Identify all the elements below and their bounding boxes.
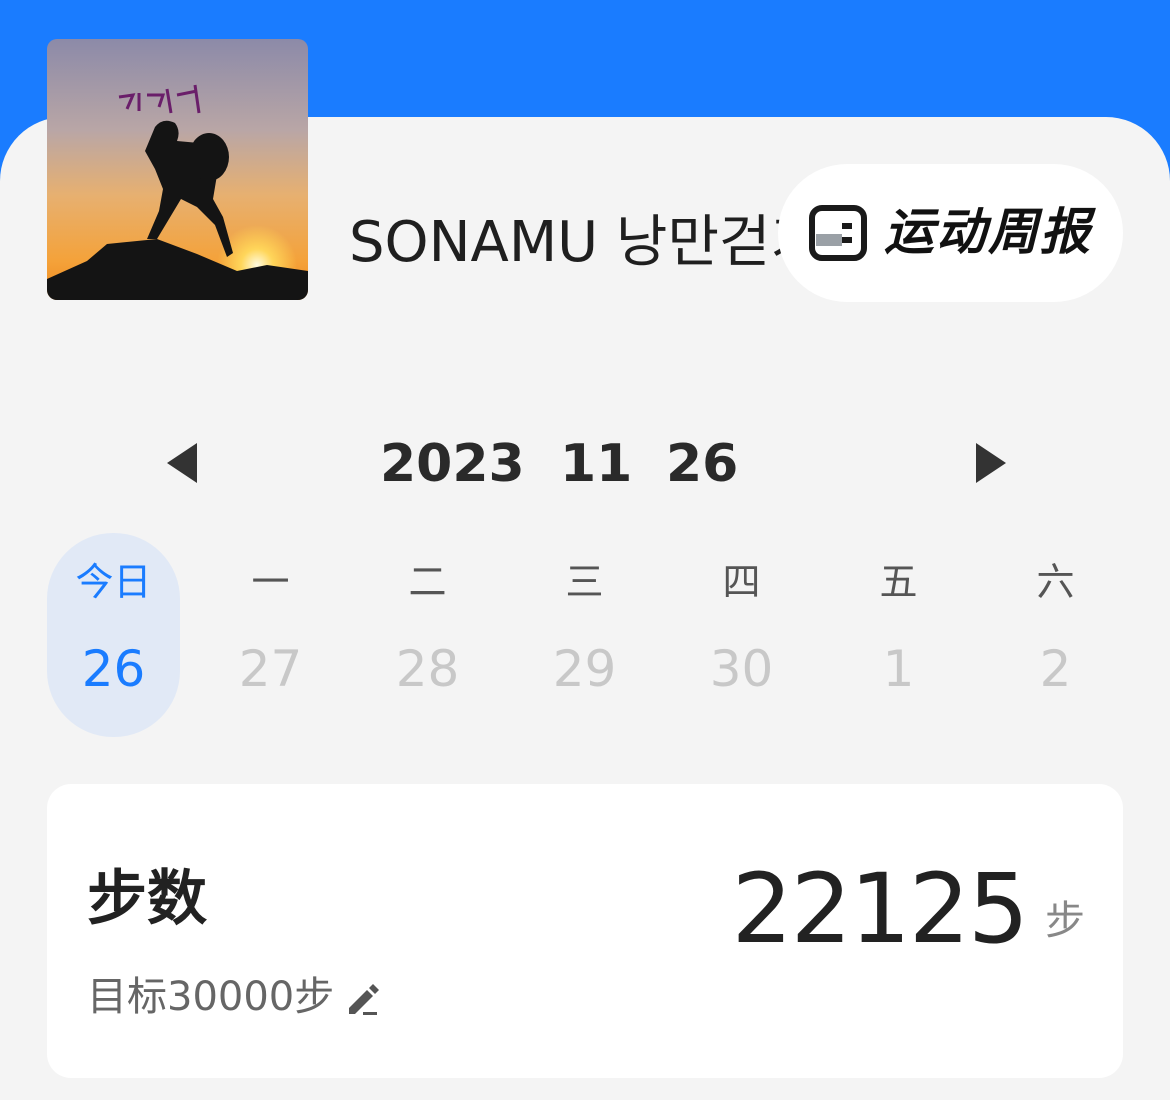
day-label: 五	[879, 560, 918, 604]
day-number: 28	[395, 640, 460, 698]
steps-title: 步数	[87, 864, 207, 934]
day-number: 27	[238, 640, 303, 698]
day-mon[interactable]: 一 27	[204, 533, 337, 737]
day-wed[interactable]: 三 29	[518, 533, 651, 737]
day-label: 四	[722, 560, 761, 604]
steps-value: 22125	[731, 853, 1029, 965]
day-label: 今日	[75, 560, 152, 604]
day-label: 一	[251, 560, 290, 604]
date-year[interactable]: 2023	[380, 432, 525, 496]
day-fri[interactable]: 五 1	[832, 533, 965, 737]
avatar[interactable]	[47, 39, 308, 300]
report-icon	[809, 205, 867, 261]
steps-goal: 目标30000步	[87, 974, 335, 1020]
steps-unit: 步	[1045, 898, 1085, 944]
day-label: 二	[408, 560, 447, 604]
weekly-report-label: 运动周报	[884, 203, 1092, 261]
day-number: 1	[882, 640, 915, 698]
day-tue[interactable]: 二 28	[361, 533, 494, 737]
triangle-left-icon[interactable]	[163, 441, 203, 485]
day-sat[interactable]: 六 2	[989, 533, 1122, 737]
weekly-report-button[interactable]: 运动周报	[778, 164, 1123, 302]
day-number: 29	[552, 640, 617, 698]
date-day[interactable]: 26	[666, 432, 738, 496]
day-number: 26	[81, 640, 146, 698]
username: SONAMU 낭만걷기	[349, 210, 823, 275]
triangle-right-icon[interactable]	[970, 441, 1010, 485]
day-number: 2	[1039, 640, 1072, 698]
day-thu[interactable]: 四 30	[675, 533, 808, 737]
day-label: 三	[565, 560, 604, 604]
avatar-image	[47, 39, 308, 300]
steps-card[interactable]: 步数 22125 步 目标30000步	[47, 784, 1123, 1078]
day-number: 30	[709, 640, 774, 698]
day-today[interactable]: 今日 26	[47, 533, 180, 737]
date-month[interactable]: 11	[560, 432, 632, 496]
day-label: 六	[1036, 560, 1075, 604]
pencil-icon[interactable]	[345, 980, 381, 1016]
